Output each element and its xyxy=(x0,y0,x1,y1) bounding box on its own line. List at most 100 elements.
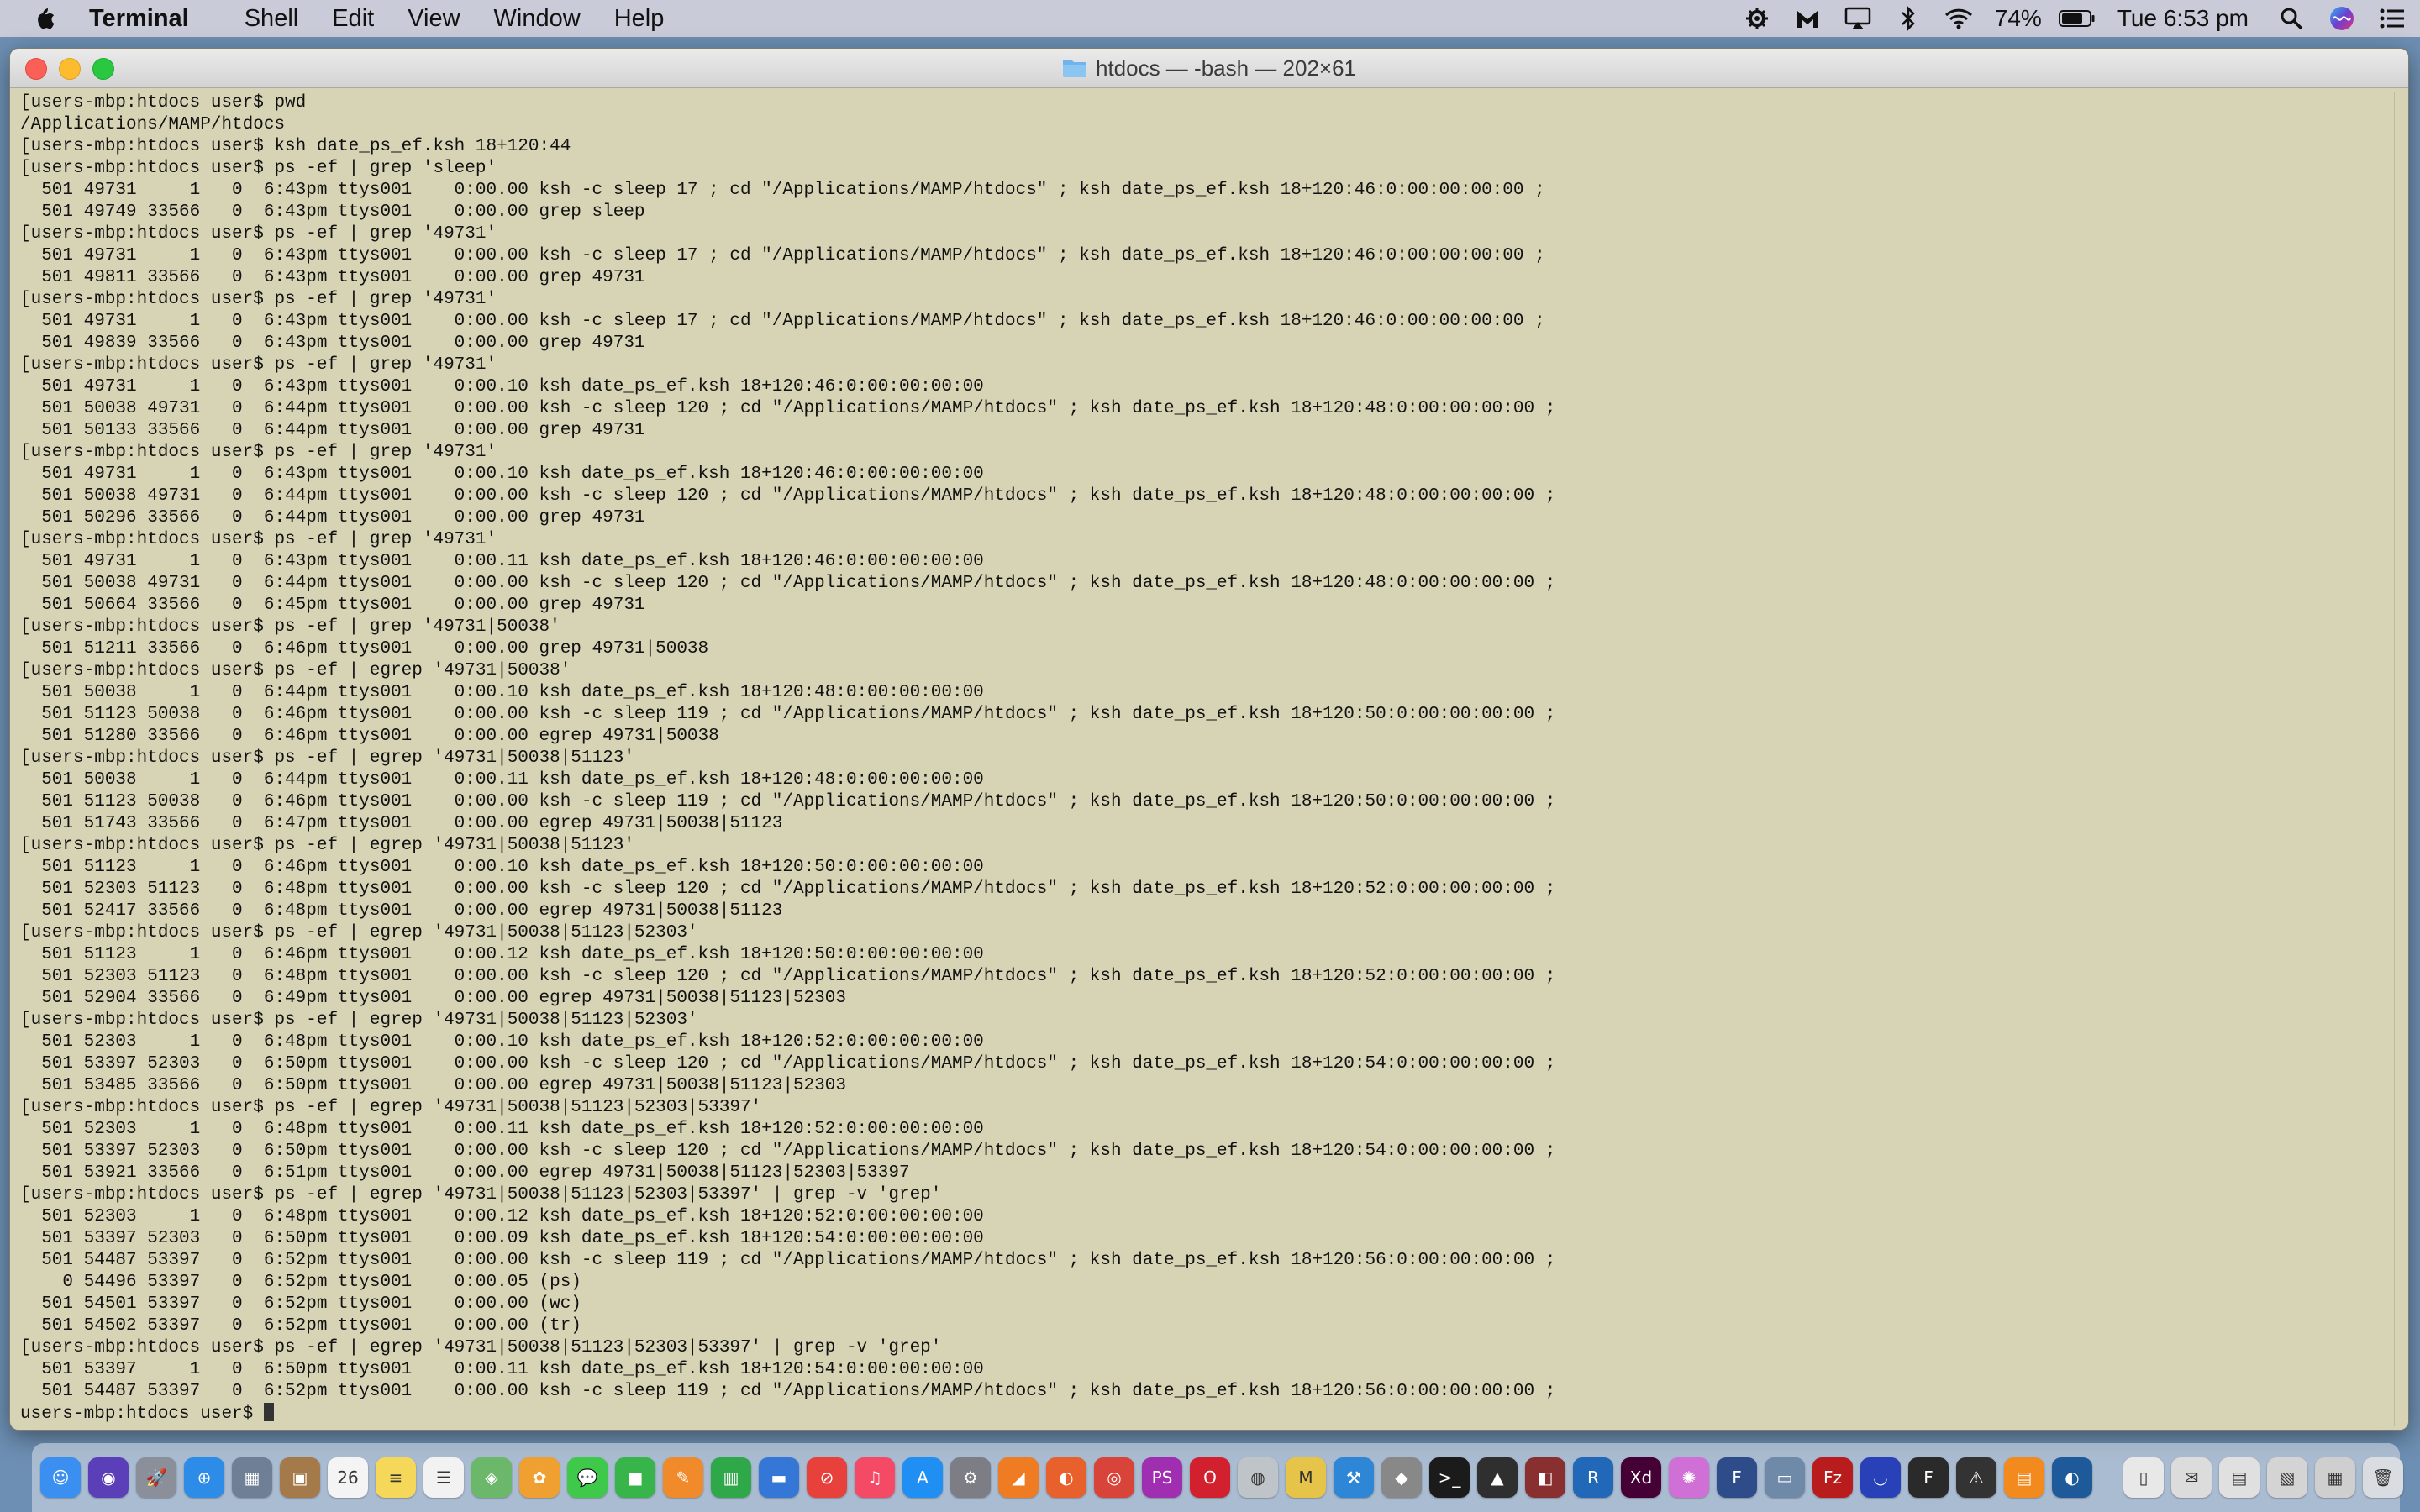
screenshots-stack-icon[interactable]: ▧ xyxy=(2267,1457,2307,1498)
airplay-icon[interactable] xyxy=(1844,4,1872,33)
notification-center-icon[interactable] xyxy=(2378,4,2407,33)
safari-icon[interactable]: ⊕ xyxy=(184,1457,224,1498)
terminal-line: [users-mbp:htdocs user$ ps -ef | egrep '… xyxy=(20,923,698,942)
pages-icon[interactable]: ✎ xyxy=(663,1457,703,1498)
finder-icon[interactable]: ☺ xyxy=(40,1457,81,1498)
console-icon[interactable]: ⚠ xyxy=(1956,1457,1996,1498)
terminal-line: 501 54501 53397 0 6:52pm ttys001 0:00.00… xyxy=(20,1294,581,1314)
notes-icon[interactable]: ≡ xyxy=(376,1457,416,1498)
terminal-line: 501 50296 33566 0 6:44pm ttys001 0:00.00… xyxy=(20,508,645,528)
terminal-line: [users-mbp:htdocs user$ ps -ef | grep '4… xyxy=(20,443,497,462)
opera-icon[interactable]: O xyxy=(1190,1457,1230,1498)
books-icon[interactable]: ▤ xyxy=(2004,1457,2044,1498)
system-preferences-icon[interactable]: ⚙ xyxy=(950,1457,991,1498)
terminal-window: htdocs — -bash — 202×61 [users-mbp:htdoc… xyxy=(10,49,2408,1430)
terminal-line: 501 52303 1 0 6:48pm ttys001 0:00.11 ksh… xyxy=(20,1120,984,1139)
adobe-xd-icon[interactable]: Xd xyxy=(1621,1457,1661,1498)
terminal-prompt-line[interactable]: users-mbp:htdocs user$ xyxy=(20,1403,2373,1425)
menu-view[interactable]: View xyxy=(408,5,460,33)
terminal-line: 501 49839 33566 0 6:43pm ttys001 0:00.00… xyxy=(20,333,645,353)
terminal-line: 501 49749 33566 0 6:43pm ttys001 0:00.00… xyxy=(20,202,645,222)
terminal-line: [users-mbp:htdocs user$ ps -ef | grep '4… xyxy=(20,617,560,637)
terminal-line: [users-mbp:htdocs user$ ps -ef | grep 's… xyxy=(20,159,497,178)
image-capture-icon[interactable]: ▭ xyxy=(1765,1457,1805,1498)
r-icon[interactable]: R xyxy=(1573,1457,1613,1498)
menu-window[interactable]: Window xyxy=(494,5,581,33)
messages-icon[interactable]: 💬 xyxy=(567,1457,608,1498)
news-icon[interactable]: ⊘ xyxy=(807,1457,847,1498)
wifi-icon[interactable] xyxy=(1944,4,1973,33)
window-title: htdocs — -bash — 202×61 xyxy=(10,49,2408,87)
terminal-line: 501 51123 50038 0 6:46pm ttys001 0:00.00… xyxy=(20,705,1556,724)
gear-status-icon[interactable] xyxy=(1743,4,1771,33)
firefox-icon[interactable]: ◐ xyxy=(1046,1457,1086,1498)
status-area: 74% Tue 6:53 pm xyxy=(1743,0,2420,37)
mail-stack-icon[interactable]: ✉ xyxy=(2171,1457,2212,1498)
terminal-output-area[interactable]: [users-mbp:htdocs user$ pwd/Applications… xyxy=(10,88,2408,1430)
facetime-icon[interactable]: ■ xyxy=(615,1457,655,1498)
terminal-line: 501 53485 33566 0 6:50pm ttys001 0:00.00… xyxy=(20,1076,846,1095)
audacity-icon[interactable]: ◡ xyxy=(1860,1457,1901,1498)
terminal-line: 501 50038 49731 0 6:44pm ttys001 0:00.00… xyxy=(20,486,1556,506)
filemerge-icon[interactable]: ◧ xyxy=(1525,1457,1565,1498)
terminal-line: 501 51211 33566 0 6:46pm ttys001 0:00.00… xyxy=(20,639,709,659)
files-stack-icon[interactable]: ▦ xyxy=(2315,1457,2355,1498)
battery-icon[interactable] xyxy=(2058,4,2096,33)
cleaner-icon[interactable]: ◐ xyxy=(2052,1457,2092,1498)
mamp-icon[interactable]: M xyxy=(1286,1457,1326,1498)
color-picker-icon[interactable]: ✺ xyxy=(1669,1457,1709,1498)
anaconda-icon[interactable]: ◢ xyxy=(998,1457,1039,1498)
maps-icon[interactable]: ◈ xyxy=(471,1457,512,1498)
app-menu-terminal[interactable]: Terminal xyxy=(89,5,189,33)
siri-icon[interactable]: ◉ xyxy=(88,1457,129,1498)
sequel-icon[interactable]: ◍ xyxy=(1238,1457,1278,1498)
terminal-line: 501 49731 1 0 6:43pm ttys001 0:00.10 ksh… xyxy=(20,465,984,484)
terminal-icon[interactable]: >_ xyxy=(1429,1457,1470,1498)
phpstorm-icon[interactable]: PS xyxy=(1142,1457,1182,1498)
menu-shell[interactable]: Shell xyxy=(245,5,299,33)
malwarebytes-icon[interactable] xyxy=(1793,4,1822,33)
terminal-line: [users-mbp:htdocs user$ ksh date_ps_ef.k… xyxy=(20,137,571,156)
window-titlebar[interactable]: htdocs — -bash — 202×61 xyxy=(10,49,2408,88)
terminal-line: 501 50038 49731 0 6:44pm ttys001 0:00.00… xyxy=(20,399,1556,418)
music-icon[interactable]: ♫ xyxy=(855,1457,895,1498)
calendar-icon[interactable]: 26 xyxy=(328,1457,368,1498)
terminal-line: 501 50038 1 0 6:44pm ttys001 0:00.10 ksh… xyxy=(20,683,984,702)
gimp-icon[interactable]: ◆ xyxy=(1381,1457,1422,1498)
terminal-line: 501 49731 1 0 6:43pm ttys001 0:00.00 ksh… xyxy=(20,181,1545,200)
terminal-line: [users-mbp:htdocs user$ ps -ef | egrep '… xyxy=(20,1185,942,1205)
keynote-icon[interactable]: ▬ xyxy=(759,1457,799,1498)
downloads-stack-icon[interactable]: ▤ xyxy=(2219,1457,2260,1498)
framemaker-icon[interactable]: F xyxy=(1717,1457,1757,1498)
terminal-line: 501 49731 1 0 6:43pm ttys001 0:00.10 ksh… xyxy=(20,377,984,396)
chrome-icon[interactable]: ◎ xyxy=(1094,1457,1134,1498)
dock: ☺ ◉ 🚀 ⊕ ▦ ▣ 26 ≡ ☰ ◈ ✿ 💬 ■ ✎ ▥ ▬ ⊘ ♫ A ⚙ ◢ ◐ ◎ PS O ◍ M ⚒ ◆ >_ ▲ ◧ R Xd ✺ F… xyxy=(32,1443,2403,1512)
terminal-line: 501 53921 33566 0 6:51pm ttys001 0:00.00… xyxy=(20,1163,910,1183)
menubar-clock[interactable]: Tue 6:53 pm xyxy=(2118,5,2249,32)
spotlight-icon[interactable] xyxy=(2277,4,2306,33)
trash-icon[interactable]: 🗑 xyxy=(2363,1457,2403,1498)
bluetooth-icon[interactable] xyxy=(1894,4,1923,33)
menu-help[interactable]: Help xyxy=(614,5,665,33)
inkscape-icon[interactable]: ▲ xyxy=(1477,1457,1518,1498)
terminal-text: [users-mbp:htdocs user$ pwd/Applications… xyxy=(20,92,2373,1425)
app-store-icon[interactable]: A xyxy=(902,1457,943,1498)
siri-icon[interactable] xyxy=(2328,4,2356,33)
terminal-line: [users-mbp:htdocs user$ pwd xyxy=(20,93,307,113)
xcode-icon[interactable]: ⚒ xyxy=(1334,1457,1374,1498)
numbers-icon[interactable]: ▥ xyxy=(711,1457,751,1498)
window-title-text: htdocs — -bash — 202×61 xyxy=(1095,55,1357,81)
contacts-icon[interactable]: ▣ xyxy=(280,1457,320,1498)
document-stack-icon[interactable]: ▯ xyxy=(2123,1457,2164,1498)
filezilla-icon[interactable]: Fz xyxy=(1812,1457,1853,1498)
terminal-line: 501 52303 1 0 6:48pm ttys001 0:00.12 ksh… xyxy=(20,1207,984,1226)
terminal-line: 501 49731 1 0 6:43pm ttys001 0:00.00 ksh… xyxy=(20,246,1545,265)
reminders-icon[interactable]: ☰ xyxy=(424,1457,464,1498)
terminal-line: 501 53397 1 0 6:50pm ttys001 0:00.11 ksh… xyxy=(20,1360,984,1379)
preview-icon[interactable]: ▦ xyxy=(232,1457,272,1498)
apple-menu-icon[interactable] xyxy=(32,4,57,33)
menu-edit[interactable]: Edit xyxy=(332,5,374,33)
photos-icon[interactable]: ✿ xyxy=(519,1457,560,1498)
launchpad-icon[interactable]: 🚀 xyxy=(136,1457,176,1498)
fontforge-icon[interactable]: F xyxy=(1908,1457,1949,1498)
